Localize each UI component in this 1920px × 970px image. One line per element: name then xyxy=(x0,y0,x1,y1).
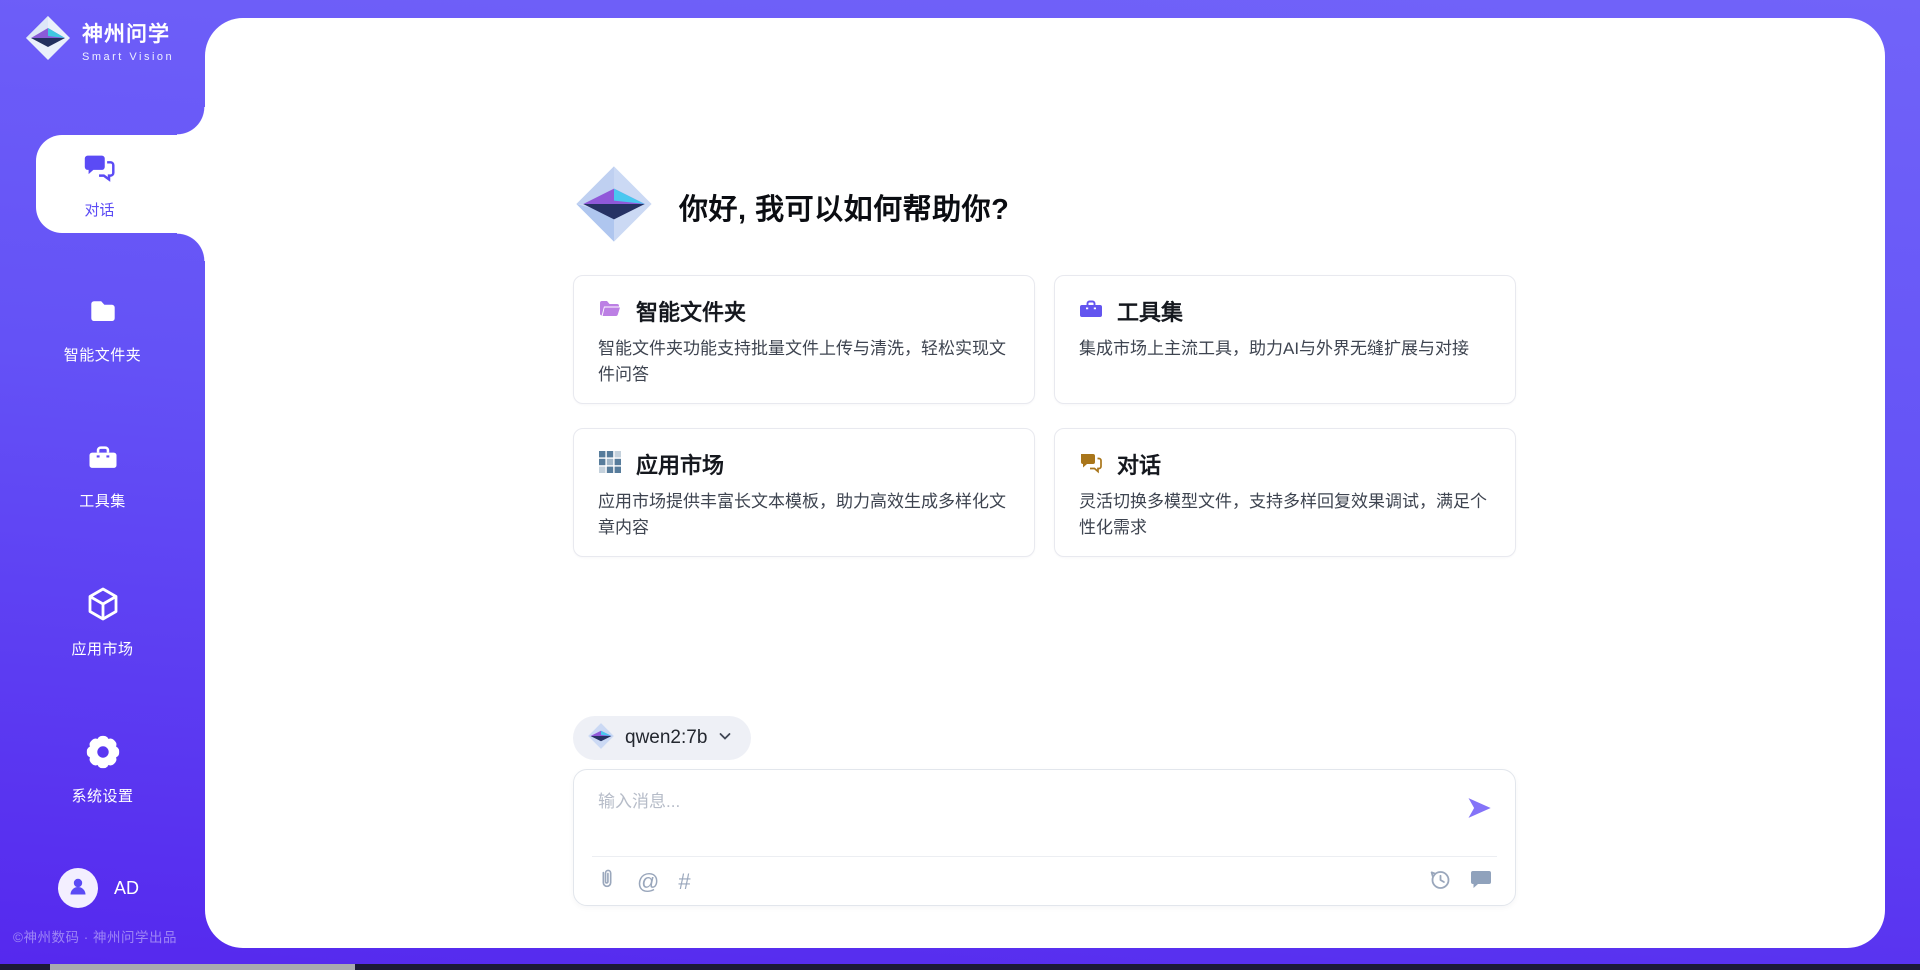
send-icon[interactable] xyxy=(1465,794,1493,822)
brand-name: 神州问学 xyxy=(82,18,174,48)
composer-right-tools xyxy=(1428,867,1493,896)
gear-icon xyxy=(84,758,122,775)
avatar xyxy=(58,868,98,908)
card-smart-folders[interactable]: 智能文件夹 智能文件夹功能支持批量文件上传与清洗，轻松实现文件问答 xyxy=(573,275,1035,404)
scrollbar-thumb[interactable] xyxy=(50,964,355,970)
chevron-down-icon xyxy=(717,728,733,749)
brand-subtitle: Smart Vision xyxy=(82,51,174,63)
sidebar-item-toolset[interactable]: 工具集 xyxy=(0,440,205,511)
card-description: 灵活切换多模型文件，支持多样回复效果调试，满足个性化需求 xyxy=(1079,489,1491,541)
card-app-market[interactable]: 应用市场 应用市场提供丰富长文本模板，助力高效生成多样化文章内容 xyxy=(573,428,1035,557)
card-title: 工具集 xyxy=(1117,295,1183,327)
horizontal-scrollbar[interactable] xyxy=(0,964,1920,970)
history-icon[interactable] xyxy=(1428,867,1452,896)
app: 神州问学 Smart Vision 对话 智能文件夹 xyxy=(0,0,1920,970)
paperclip-icon[interactable] xyxy=(596,867,618,896)
chat-bubble-icon[interactable] xyxy=(1469,867,1493,896)
sidebar-item-settings[interactable]: 系统设置 xyxy=(0,733,205,806)
hash-icon[interactable]: # xyxy=(678,870,690,894)
diamond-logo-icon xyxy=(573,163,655,250)
folder-open-icon xyxy=(598,297,622,326)
person-icon xyxy=(66,874,90,903)
sidebar-item-label: 应用市场 xyxy=(0,638,205,659)
card-chat[interactable]: 对话 灵活切换多模型文件，支持多样回复效果调试，满足个性化需求 xyxy=(1054,428,1516,557)
feature-cards: 智能文件夹 智能文件夹功能支持批量文件上传与清洗，轻松实现文件问答 工具集 集成… xyxy=(573,275,1516,557)
model-selector[interactable]: qwen2:7b xyxy=(573,716,751,760)
sidebar-item-smart-folders[interactable]: 智能文件夹 xyxy=(0,294,205,365)
briefcase-icon xyxy=(1079,297,1103,326)
user-name: AD xyxy=(114,878,139,899)
copyright: ©神州数码 · 神州问学出品 xyxy=(13,926,177,946)
message-input[interactable] xyxy=(596,784,1440,820)
cube-icon xyxy=(83,611,123,628)
sidebar-item-label: 智能文件夹 xyxy=(0,344,205,365)
card-title: 应用市场 xyxy=(636,448,724,480)
composer-divider xyxy=(592,856,1497,857)
user-profile[interactable]: AD xyxy=(58,868,139,908)
sidebar-item-label: 工具集 xyxy=(0,490,205,511)
chat-icon xyxy=(81,149,119,192)
sidebar: 神州问学 Smart Vision 对话 智能文件夹 xyxy=(0,0,205,970)
card-toolset[interactable]: 工具集 集成市场上主流工具，助力AI与外界无缝扩展与对接 xyxy=(1054,275,1516,404)
brand: 神州问学 Smart Vision xyxy=(24,14,174,67)
card-title: 智能文件夹 xyxy=(636,295,746,327)
blocks-icon xyxy=(598,450,622,479)
model-name: qwen2:7b xyxy=(625,727,707,749)
folder-icon xyxy=(85,317,121,334)
message-composer: @ # xyxy=(573,769,1516,906)
diamond-logo-icon xyxy=(24,14,72,67)
sidebar-item-chat[interactable]: 对话 xyxy=(36,135,205,233)
greeting: 你好, 我可以如何帮助你? xyxy=(573,163,1009,250)
greeting-title: 你好, 我可以如何帮助你? xyxy=(679,186,1009,228)
main-panel: 你好, 我可以如何帮助你? 智能文件夹 智能文件夹功能支持批量文件上传与清洗，轻… xyxy=(205,18,1885,948)
card-description: 应用市场提供丰富长文本模板，助力高效生成多样化文章内容 xyxy=(598,489,1010,541)
sidebar-item-app-market[interactable]: 应用市场 xyxy=(0,584,205,659)
composer-tools: @ # xyxy=(596,867,691,896)
diamond-logo-icon xyxy=(587,722,615,755)
card-title: 对话 xyxy=(1117,448,1161,480)
sidebar-item-label: 对话 xyxy=(84,199,114,220)
sidebar-item-label: 系统设置 xyxy=(0,785,205,806)
at-icon[interactable]: @ xyxy=(637,870,659,894)
chat-bubbles-icon xyxy=(1079,450,1103,479)
toolbox-icon xyxy=(85,463,121,480)
card-description: 集成市场上主流工具，助力AI与外界无缝扩展与对接 xyxy=(1079,336,1491,362)
card-description: 智能文件夹功能支持批量文件上传与清洗，轻松实现文件问答 xyxy=(598,336,1010,388)
